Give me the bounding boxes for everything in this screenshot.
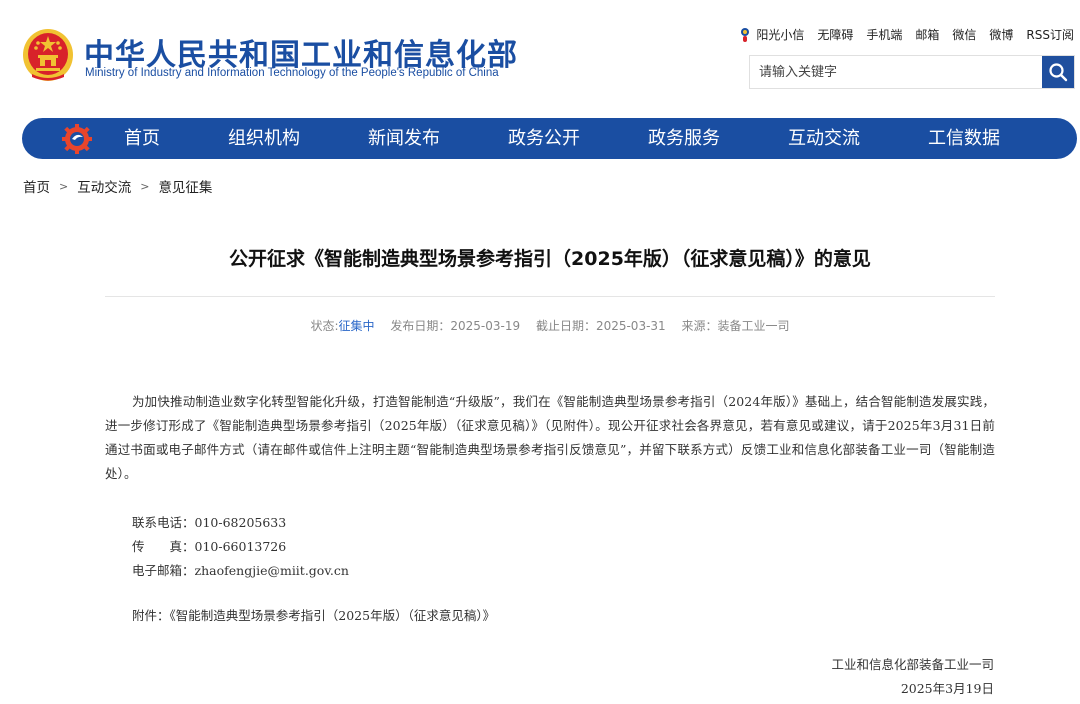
nav-news[interactable]: 新闻发布 bbox=[368, 118, 440, 159]
status-label: 状态: bbox=[310, 319, 339, 333]
title-divider bbox=[105, 296, 995, 297]
nav-government-affairs[interactable]: 政务公开 bbox=[508, 118, 580, 159]
top-link-rss[interactable]: RSS订阅 bbox=[1026, 26, 1074, 43]
nav-government-services[interactable]: 政务服务 bbox=[648, 118, 720, 159]
breadcrumb-solicitation[interactable]: 意见征集 bbox=[158, 176, 212, 196]
article-source: 来源：装备工业一司 bbox=[681, 319, 790, 333]
article-paragraph: 为加快推动制造业数字化转型智能化升级，打造智能制造“升级版”，我们在《智能制造典… bbox=[105, 394, 995, 481]
site-header: 中华人民共和国工业和信息化部 Ministry of Industry and … bbox=[0, 0, 1080, 110]
breadcrumb-separator: > bbox=[59, 179, 69, 193]
ministry-gear-icon bbox=[62, 124, 92, 154]
main-nav: 首页 组织机构 新闻发布 政务公开 政务服务 互动交流 工信数据 bbox=[22, 118, 1077, 159]
attachment: 附件：《智能制造典型场景参考指引（2025年版）（征求意见稿）》 bbox=[132, 605, 495, 624]
status-info: 状态:征集中 bbox=[310, 319, 374, 333]
signature-date: 2025年3月19日 bbox=[900, 681, 994, 696]
mascot-icon bbox=[741, 27, 750, 42]
publish-date: 发布日期：2025-03-19 bbox=[390, 319, 521, 333]
article-title: 公开征求《智能制造典型场景参考指引（2025年版）（征求意见稿）》的意见 bbox=[229, 248, 871, 270]
search-button[interactable] bbox=[1042, 56, 1074, 88]
nav-interaction[interactable]: 互动交流 bbox=[788, 118, 860, 159]
top-link-label: 阳光小信 bbox=[756, 28, 805, 42]
attachment-label: 附件： bbox=[132, 608, 170, 623]
site-logo-subtitle[interactable]: Ministry of Industry and Information Tec… bbox=[85, 67, 499, 79]
nav-data[interactable]: 工信数据 bbox=[928, 118, 1000, 159]
nav-organization[interactable]: 组织机构 bbox=[228, 118, 300, 159]
search-input[interactable] bbox=[750, 56, 1042, 88]
contact-phone: 联系电话：010-68205633 bbox=[132, 515, 287, 530]
search-icon bbox=[1049, 63, 1068, 82]
breadcrumb: 首页 > 互动交流 > 意见征集 bbox=[23, 176, 212, 197]
status-badge: 征集中 bbox=[338, 319, 375, 333]
top-link-accessibility[interactable]: 无障碍 bbox=[817, 26, 853, 43]
attachment-link[interactable]: 《智能制造典型场景参考指引（2025年版）（征求意见稿）》 bbox=[170, 608, 496, 623]
contact-fax: 传 真：010-66013726 bbox=[132, 539, 287, 554]
top-link-weibo[interactable]: 微博 bbox=[989, 26, 1013, 43]
top-links: 阳光小信 无障碍 手机端 邮箱 微信 微博 RSS订阅 bbox=[738, 26, 1074, 43]
deadline-date: 截止日期：2025-03-31 bbox=[535, 319, 666, 333]
nav-home[interactable]: 首页 bbox=[124, 118, 160, 159]
article-body: 为加快推动制造业数字化转型智能化升级，打造智能制造“升级版”，我们在《智能制造典… bbox=[105, 390, 995, 486]
top-link-mail[interactable]: 邮箱 bbox=[915, 26, 939, 43]
breadcrumb-home[interactable]: 首页 bbox=[23, 176, 50, 196]
top-link-sunshine[interactable]: 阳光小信 bbox=[738, 26, 804, 43]
contact-email: 电子邮箱：zhaofengjie@miit.gov.cn bbox=[132, 563, 349, 578]
top-link-wechat[interactable]: 微信 bbox=[952, 26, 976, 43]
national-emblem-icon bbox=[23, 29, 73, 81]
breadcrumb-separator: > bbox=[140, 179, 150, 193]
signature-org: 工业和信息化部装备工业一司 bbox=[831, 657, 994, 672]
article-meta: 状态:征集中 发布日期：2025-03-19 截止日期：2025-03-31 来… bbox=[105, 317, 995, 334]
breadcrumb-interaction[interactable]: 互动交流 bbox=[77, 176, 131, 196]
top-link-mobile[interactable]: 手机端 bbox=[866, 26, 902, 43]
search-box bbox=[749, 55, 1075, 89]
